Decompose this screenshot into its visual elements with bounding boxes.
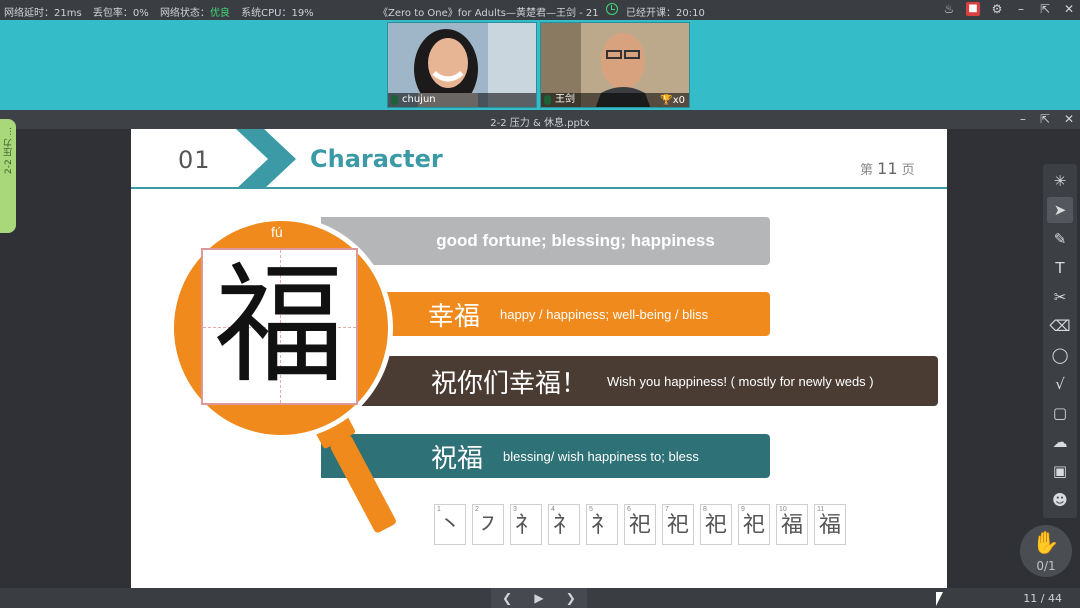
window-controls: ♨ ■ ⚙ – ⇱ ✕ bbox=[942, 2, 1076, 16]
stroke-step: 7祀 bbox=[662, 504, 694, 545]
pinyin-label: fú bbox=[271, 224, 283, 240]
pen-icon[interactable]: ✎ bbox=[1047, 226, 1073, 252]
network-label: 网络状态：优良 bbox=[159, 8, 230, 19]
stroke-step: 8祀 bbox=[700, 504, 732, 545]
mouse-cursor-icon bbox=[936, 592, 943, 606]
participant-name: chujun bbox=[388, 93, 536, 107]
document-window-controls: – ⇱ ✕ bbox=[1020, 112, 1074, 126]
slide: 01 Character 第 11 页 good fortune; blessi… bbox=[131, 129, 947, 588]
scissors-icon[interactable]: ✂ bbox=[1047, 284, 1073, 310]
stroke-step: 10 福 bbox=[776, 504, 808, 545]
text-icon[interactable]: T bbox=[1047, 255, 1073, 281]
stroke-order-strip: 1丶 2 ㇇ 3礻 4礻 5礻 6祀 7祀 8祀 9祀 10 福 11 福 bbox=[434, 504, 846, 545]
section-title: Character bbox=[310, 145, 443, 173]
doc-minimize-icon[interactable]: – bbox=[1020, 112, 1026, 126]
minimize-icon[interactable]: – bbox=[1014, 2, 1028, 16]
stroke-step: 4礻 bbox=[548, 504, 580, 545]
prev-slide-icon[interactable]: ❮ bbox=[502, 591, 512, 605]
stroke-step: 5礻 bbox=[586, 504, 618, 545]
slide-page-label: 第 11 页 bbox=[860, 159, 915, 178]
video-tile-teacher[interactable]: 王剑 🏆x0 bbox=[540, 22, 690, 108]
formula-icon[interactable]: √ bbox=[1047, 371, 1073, 397]
play-icon[interactable]: ▶ bbox=[534, 591, 543, 605]
slide-page-number: 11 bbox=[877, 159, 898, 178]
trash-icon[interactable]: ⌫ bbox=[1047, 313, 1073, 339]
chevron-icon bbox=[236, 129, 296, 189]
class-title: 《Zero to One》for Adults—黄楚君—王剑 - 21 bbox=[378, 8, 599, 19]
phrase-bar: 祝你们幸福！ Wish you happiness! ( mostly for … bbox=[351, 356, 938, 406]
document-side-tab[interactable]: 2-2 压力 ... bbox=[0, 119, 16, 233]
definition-text: good fortune; blessing; happiness bbox=[436, 231, 715, 250]
latency-text: 网络延时：21ms bbox=[4, 8, 82, 19]
cpu-text: 系统CPU：19% bbox=[241, 8, 314, 19]
status-bar: 网络延时：21ms 丢包率：0% 网络状态：优良 系统CPU：19% 《Zero… bbox=[0, 0, 1080, 20]
clock-icon bbox=[606, 3, 618, 15]
cloud-icon[interactable]: ☁ bbox=[1047, 429, 1073, 455]
phrase-chinese: 幸福 bbox=[428, 301, 481, 332]
laser-pointer-icon[interactable]: ✳ bbox=[1047, 168, 1073, 194]
packet-loss-text: 丢包率：0% bbox=[92, 8, 149, 19]
video-strip: chujun 王剑 🏆x0 bbox=[0, 20, 1080, 110]
elapsed-time: 已经开课：20:10 bbox=[626, 8, 705, 19]
raise-hand-count: 0/1 bbox=[1036, 559, 1056, 573]
slide-navigation: ❮ ▶ ❯ bbox=[491, 588, 587, 608]
chat-bubble-icon[interactable]: ▢ bbox=[1047, 400, 1073, 426]
phrase-english: blessing/ wish happiness to; bless bbox=[503, 448, 699, 464]
main-character: 福 bbox=[214, 249, 345, 401]
raise-hand-button[interactable]: ✋ 0/1 bbox=[1020, 525, 1072, 577]
network-stats: 网络延时：21ms 丢包率：0% 网络状态：优良 系统CPU：19% bbox=[4, 4, 322, 19]
phrase-english: Wish you happiness! ( mostly for newly w… bbox=[607, 373, 874, 389]
video-tile-student[interactable]: chujun bbox=[387, 22, 537, 108]
trophy-count: x0 bbox=[672, 95, 685, 106]
section-number: 01 bbox=[178, 146, 211, 174]
phrase-chinese: 祝福 bbox=[431, 443, 484, 474]
stroke-step: 11 福 bbox=[814, 504, 846, 545]
side-tab-label: 2-2 压力 ... bbox=[4, 127, 14, 175]
phrase-chinese: 祝你们幸福！ bbox=[431, 368, 588, 399]
maximize-icon[interactable]: ⇱ bbox=[1038, 2, 1052, 16]
stroke-step: 9祀 bbox=[738, 504, 770, 545]
select-move-icon[interactable]: ➤ bbox=[1047, 197, 1073, 223]
gear-icon[interactable]: ⚙ bbox=[990, 2, 1004, 16]
doc-close-icon[interactable]: ✕ bbox=[1064, 112, 1074, 126]
trophy-icon: 🏆x0 bbox=[660, 95, 685, 106]
annotation-toolbar: ✳ ➤ ✎ T ✂ ⌫ ◯ √ ▢ ☁ ▣ ☻ bbox=[1043, 164, 1077, 518]
toolbox-icon[interactable]: ▣ bbox=[1047, 458, 1073, 484]
phrase-english: happy / happiness; well-being / bliss bbox=[500, 306, 709, 322]
stroke-step: 2 ㇇ bbox=[472, 504, 504, 545]
stroke-step: 6祀 bbox=[624, 504, 656, 545]
character-grid: 福 bbox=[201, 248, 358, 405]
network-status-value: 优良 bbox=[209, 8, 230, 19]
stroke-step: 1丶 bbox=[434, 504, 466, 545]
next-slide-icon[interactable]: ❯ bbox=[566, 591, 576, 605]
record-icon[interactable]: ■ bbox=[966, 2, 980, 16]
hand-icon: ✋ bbox=[1032, 531, 1060, 556]
bottom-bar: ❮ ▶ ❯ 11 / 44 bbox=[0, 588, 1080, 608]
page-indicator: 11 / 44 bbox=[1023, 592, 1062, 605]
document-title-bar: 2-2 压力 & 休息.pptx – ⇱ ✕ bbox=[0, 110, 1080, 129]
header-divider bbox=[131, 187, 947, 189]
doc-restore-icon[interactable]: ⇱ bbox=[1040, 112, 1050, 126]
stroke-step: 3礻 bbox=[510, 504, 542, 545]
users-icon[interactable]: ☻ bbox=[1047, 487, 1073, 513]
shape-icon[interactable]: ◯ bbox=[1047, 342, 1073, 368]
close-icon[interactable]: ✕ bbox=[1062, 2, 1076, 16]
phrase-bar: 幸福 happy / happiness; well-being / bliss bbox=[386, 292, 770, 336]
document-filename: 2-2 压力 & 休息.pptx bbox=[490, 118, 590, 129]
bell-icon[interactable]: ♨ bbox=[942, 2, 956, 16]
